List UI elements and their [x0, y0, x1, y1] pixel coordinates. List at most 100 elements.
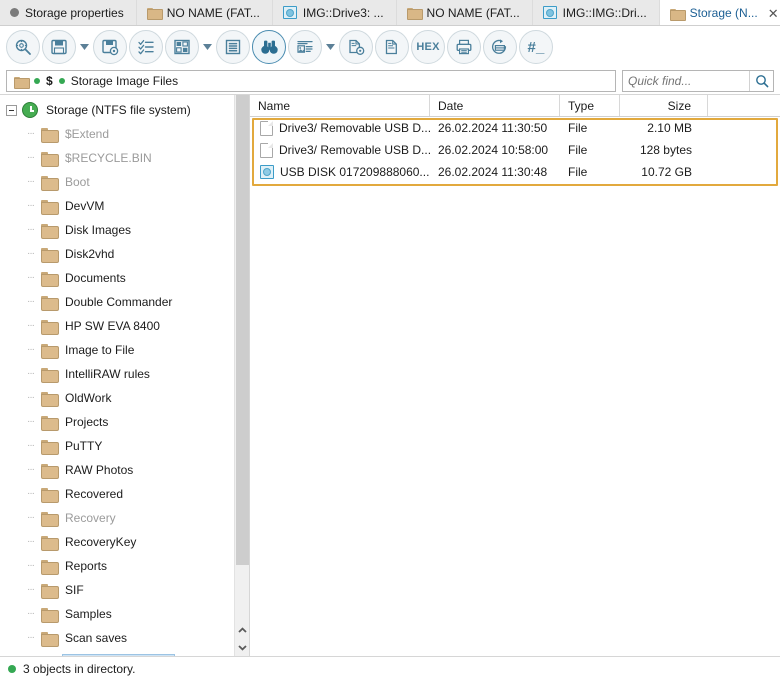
file-filler-cell: [708, 161, 780, 183]
column-header-name[interactable]: Name: [250, 95, 430, 116]
scrollbar-track[interactable]: [235, 565, 249, 622]
hash-button[interactable]: #_: [519, 30, 553, 64]
breadcrumb-item-current[interactable]: Storage Image Files: [71, 74, 178, 88]
export-button[interactable]: [483, 30, 517, 64]
folder-icon: [41, 439, 59, 455]
save-button[interactable]: [42, 30, 76, 64]
sidebar-item-recovery[interactable]: ··· Recovery: [0, 506, 234, 530]
sidebar-item-extend[interactable]: ··· $Extend: [0, 122, 234, 146]
tab-img-drive3[interactable]: IMG::Drive3: ...: [272, 0, 397, 25]
tab-storage-properties[interactable]: Storage properties: [0, 0, 137, 25]
save-options-button[interactable]: [93, 30, 127, 64]
sidebar-item-intelliraw-rules[interactable]: ··· IntelliRAW rules: [0, 362, 234, 386]
list-view-button[interactable]: [216, 30, 250, 64]
scroll-up-button[interactable]: [235, 622, 249, 639]
file-name-label: USB DISK 017209888060...: [280, 165, 430, 179]
sidebar-item-putty[interactable]: ··· PuTTY: [0, 434, 234, 458]
folder-icon: [41, 583, 59, 599]
sidebar-item-reports[interactable]: ··· Reports: [0, 554, 234, 578]
column-header-date[interactable]: Date: [430, 95, 560, 116]
quick-find-box[interactable]: [622, 70, 774, 92]
sidebar-item-hp-sw-eva-8400[interactable]: ··· HP SW EVA 8400: [0, 314, 234, 338]
scroll-down-button[interactable]: [235, 639, 249, 656]
floppy-gear-icon: [102, 39, 119, 56]
sidebar-item-recoverykey[interactable]: ··· RecoveryKey: [0, 530, 234, 554]
table-row[interactable]: USB DISK 017209888060... 26.02.2024 11:3…: [250, 161, 780, 183]
breadcrumb[interactable]: $ Storage Image Files: [6, 70, 616, 92]
view-layout-button[interactable]: [165, 30, 199, 64]
sidebar-item-label: RecoveryKey: [65, 535, 137, 549]
table-row[interactable]: Drive3/ Removable USB D... 26.02.2024 11…: [250, 117, 780, 139]
sidebar-item-devvm[interactable]: ··· DevVM: [0, 194, 234, 218]
preview-dropdown-caret[interactable]: [324, 44, 337, 50]
content-area: Storage (NTFS file system) ··· $Extend ·…: [0, 94, 780, 656]
print-button[interactable]: [447, 30, 481, 64]
tab-img-img-drive[interactable]: IMG::IMG::Dri...: [532, 0, 660, 25]
find-button[interactable]: [252, 30, 286, 64]
breadcrumb-item-root[interactable]: $: [46, 74, 53, 88]
status-dot-icon: [8, 664, 16, 673]
folder-icon: [41, 655, 57, 656]
file-filler-cell: [708, 117, 780, 139]
tree-connector-icon: ···: [27, 128, 35, 139]
tab-no-name-fat-1[interactable]: NO NAME (FAT...: [136, 0, 273, 25]
file-size-cell: 10.72 GB: [641, 165, 692, 179]
sidebar-item-storage-image-files[interactable]: ··· Storage Image Files: [0, 650, 234, 656]
table-row[interactable]: Drive3/ Removable USB D... 26.02.2024 10…: [250, 139, 780, 161]
sidebar-item-recovered[interactable]: ··· Recovered: [0, 482, 234, 506]
file-name-cell: Drive3/ Removable USB D...: [250, 117, 430, 139]
sidebar-item-raw-photos[interactable]: ··· RAW Photos: [0, 458, 234, 482]
copy-options-button[interactable]: [339, 30, 373, 64]
collapse-expander-icon[interactable]: [6, 104, 17, 116]
dot-icon: [10, 8, 19, 17]
view-layout-dropdown-caret[interactable]: [201, 44, 214, 50]
sidebar-item-label: IntelliRAW rules: [65, 367, 150, 381]
explore-button[interactable]: [6, 30, 40, 64]
column-header-size[interactable]: Size: [620, 95, 708, 116]
grid-layout-icon: [174, 39, 190, 55]
sidebar-scrollbar[interactable]: [234, 95, 249, 656]
sidebar-item-label: Projects: [65, 415, 109, 429]
chevron-up-icon: [237, 627, 247, 633]
search-button[interactable]: [749, 71, 773, 91]
tree-connector-icon: ···: [27, 464, 35, 475]
tab-no-name-fat-2[interactable]: NO NAME (FAT...: [396, 0, 533, 25]
folder-tree[interactable]: Storage (NTFS file system) ··· $Extend ·…: [0, 95, 234, 656]
sidebar-item-scan-saves[interactable]: ··· Scan saves: [0, 626, 234, 650]
sidebar-item-projects[interactable]: ··· Projects: [0, 410, 234, 434]
search-input[interactable]: [623, 74, 749, 88]
sidebar-item-oldwork[interactable]: ··· OldWork: [0, 386, 234, 410]
close-icon[interactable]: ✕: [768, 7, 779, 20]
save-dropdown-caret[interactable]: [78, 44, 91, 50]
folder-icon: [41, 487, 59, 503]
sidebar-item-disk2vhd[interactable]: ··· Disk2vhd: [0, 242, 234, 266]
file-name-cell: Drive3/ Removable USB D...: [250, 139, 430, 161]
tree-connector-icon: ···: [27, 368, 35, 379]
breadcrumb-separator-icon: [34, 78, 40, 84]
floppy-disk-icon: [51, 39, 67, 55]
checklist-button[interactable]: [129, 30, 163, 64]
preview-button[interactable]: [288, 30, 322, 64]
sidebar-item-samples[interactable]: ··· Samples: [0, 602, 234, 626]
copy-file-icon: [385, 39, 397, 55]
sidebar-item-double-commander[interactable]: ··· Double Commander: [0, 290, 234, 314]
column-header-type[interactable]: Type: [560, 95, 620, 116]
sidebar-item-boot[interactable]: ··· Boot: [0, 170, 234, 194]
tab-storage-active[interactable]: Storage (N... ✕: [659, 0, 780, 25]
folder-icon: [41, 607, 59, 623]
sidebar-item-disk-images[interactable]: ··· Disk Images: [0, 218, 234, 242]
sidebar-item-sif[interactable]: ··· SIF: [0, 578, 234, 602]
file-type-cell: File: [568, 143, 588, 157]
status-bar: 3 objects in directory.: [0, 656, 780, 680]
magnifier-gear-icon: [15, 39, 31, 55]
tree-root-storage[interactable]: Storage (NTFS file system): [0, 98, 234, 122]
sidebar-item-image-to-file[interactable]: ··· Image to File: [0, 338, 234, 362]
sidebar-item-documents[interactable]: ··· Documents: [0, 266, 234, 290]
file-list-body[interactable]: Drive3/ Removable USB D... 26.02.2024 11…: [250, 117, 780, 656]
copy-button[interactable]: [375, 30, 409, 64]
printer-icon: [456, 39, 472, 55]
sidebar-item-recycle-bin[interactable]: ··· $RECYCLE.BIN: [0, 146, 234, 170]
tab-label: IMG::IMG::Dri...: [562, 5, 647, 20]
scrollbar-thumb[interactable]: [236, 95, 249, 565]
hex-view-button[interactable]: HEX: [411, 30, 445, 64]
